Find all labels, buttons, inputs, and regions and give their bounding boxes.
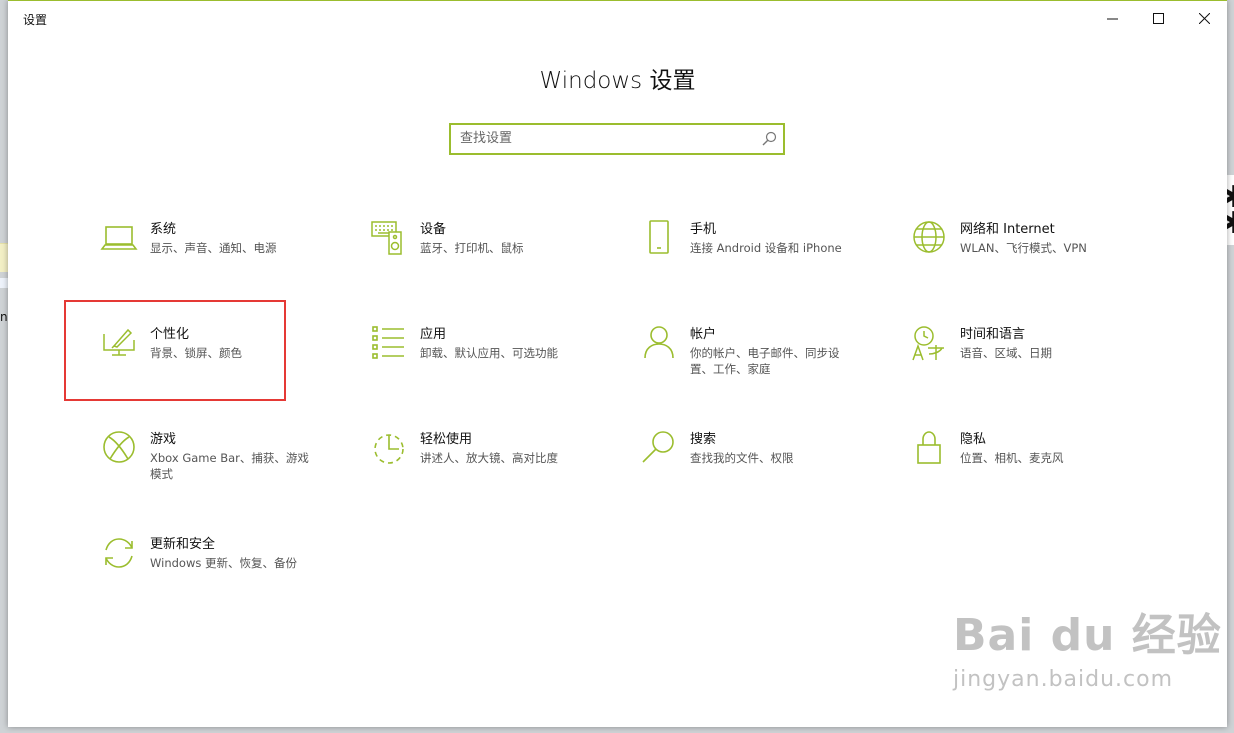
- phone-icon: [640, 219, 678, 257]
- tile-name: 轻松使用: [420, 432, 473, 447]
- magnifier-icon: [640, 429, 678, 467]
- tile-name: 隐私: [960, 432, 987, 447]
- minimize-icon: [1106, 18, 1118, 19]
- tile-name: 网络和 Internet: [960, 222, 1055, 237]
- tile-name: 游戏: [150, 432, 177, 447]
- settings-window: 设置 Windows 设置 查找设置 系统 显示、声音、通知、电源 设备 蓝牙、…: [8, 0, 1227, 727]
- tile-system[interactable]: 系统 显示、声音、通知、电源: [100, 221, 340, 311]
- tile-name: 搜索: [690, 432, 717, 447]
- tile-network[interactable]: 网络和 Internet WLAN、飞行模式、VPN: [910, 221, 1150, 311]
- tile-update-security[interactable]: 更新和安全 Windows 更新、恢复、备份: [100, 536, 340, 626]
- tile-description: Windows 更新、恢复、备份: [150, 556, 297, 570]
- watermark-brand: Bai du 经验: [953, 610, 1222, 661]
- tile-gaming[interactable]: 游戏 Xbox Game Bar、捕获、游戏模式: [100, 431, 340, 521]
- tile-description: 查找我的文件、权限: [690, 451, 794, 465]
- person-icon: [640, 324, 678, 362]
- tile-name: 时间和语言: [960, 327, 1026, 342]
- language-clock-icon: [910, 324, 948, 362]
- tile-name: 设备: [420, 222, 447, 237]
- tile-description: 连接 Android 设备和 iPhone: [690, 241, 842, 255]
- page-title: Windows 设置: [539, 68, 696, 94]
- tile-description: 卸载、默认应用、可选功能: [420, 346, 558, 360]
- close-button[interactable]: [1181, 1, 1227, 35]
- search-box[interactable]: [449, 123, 785, 155]
- sync-icon: [100, 534, 138, 572]
- tile-devices[interactable]: 设备 蓝牙、打印机、鼠标: [370, 221, 610, 311]
- minimize-button[interactable]: [1089, 1, 1135, 35]
- tile-description: 你的帐户、电子邮件、同步设置、工作、家庭: [690, 346, 840, 376]
- watermark: Bai du 经验 jingyan.baidu.com: [953, 599, 1222, 692]
- xbox-icon: [100, 429, 138, 467]
- maximize-button[interactable]: [1135, 1, 1181, 35]
- app-list-icon: [370, 324, 408, 362]
- tile-description: 位置、相机、麦克风: [960, 451, 1064, 465]
- highlight-box: [64, 300, 286, 401]
- tile-description: 语音、区域、日期: [960, 346, 1052, 360]
- keyboard-speaker-icon: [370, 219, 408, 257]
- tile-name: 手机: [690, 222, 717, 237]
- watermark-url: jingyan.baidu.com: [953, 667, 1174, 692]
- lock-icon: [910, 429, 948, 467]
- tile-description: 讲述人、放大镜、高对比度: [420, 451, 558, 465]
- tile-time-language[interactable]: 时间和语言 语音、区域、日期: [910, 326, 1150, 416]
- title-bar[interactable]: 设置: [8, 1, 1227, 35]
- tile-privacy[interactable]: 隐私 位置、相机、麦克风: [910, 431, 1150, 521]
- tile-phone[interactable]: 手机 连接 Android 设备和 iPhone: [640, 219, 880, 311]
- ease-of-access-icon: [370, 429, 408, 467]
- tile-description: 显示、声音、通知、电源: [150, 241, 277, 255]
- tile-apps[interactable]: 应用 卸载、默认应用、可选功能: [370, 326, 610, 416]
- tile-search[interactable]: 搜索 查找我的文件、权限: [640, 431, 880, 521]
- globe-icon: [910, 219, 948, 257]
- window-controls: [1089, 1, 1227, 35]
- laptop-icon: [100, 219, 138, 257]
- tile-name: 更新和安全: [150, 537, 216, 552]
- tile-description: WLAN、飞行模式、VPN: [960, 241, 1087, 255]
- tile-accounts[interactable]: 帐户 你的帐户、电子邮件、同步设置、工作、家庭: [640, 326, 880, 416]
- search-input[interactable]: [451, 125, 750, 151]
- tile-name: 系统: [150, 222, 177, 237]
- tile-description: Xbox Game Bar、捕获、游戏模式: [150, 451, 309, 481]
- window-title: 设置: [23, 13, 48, 27]
- close-icon: [1198, 12, 1210, 24]
- maximize-icon: [1152, 12, 1164, 24]
- tile-name: 帐户: [690, 327, 717, 342]
- search-icon[interactable]: [762, 131, 777, 146]
- tile-ease-of-access[interactable]: 轻松使用 讲述人、放大镜、高对比度: [370, 431, 610, 521]
- tile-description: 蓝牙、打印机、鼠标: [420, 241, 524, 255]
- tile-name: 应用: [420, 327, 447, 342]
